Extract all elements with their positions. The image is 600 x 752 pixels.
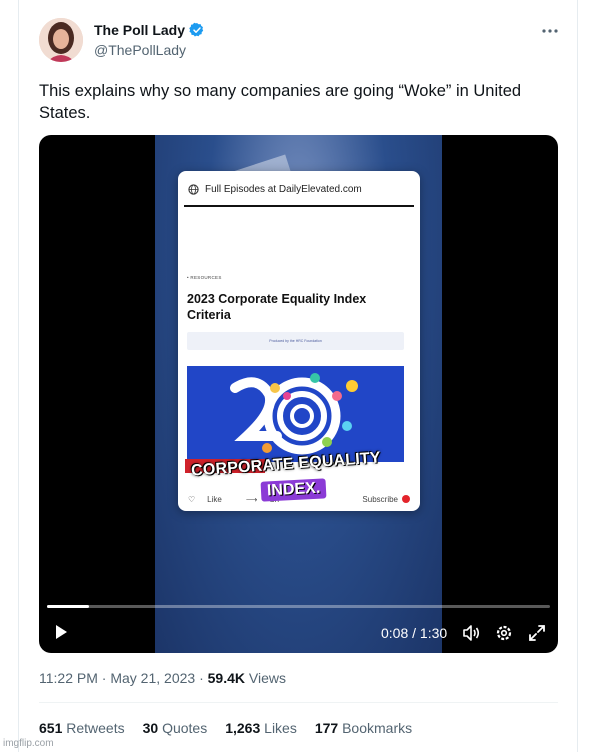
subscribe-dot <box>402 495 410 504</box>
quotes-count: 30 <box>142 720 159 736</box>
card-header-text: Full Episodes at DailyElevated.com <box>205 183 362 195</box>
likes-count: 1,263 <box>225 720 261 736</box>
card-title: 2023 Corporate Equality Index Criteria <box>187 292 367 322</box>
play-icon[interactable] <box>53 624 69 640</box>
settings-icon[interactable] <box>494 623 514 643</box>
author-name-row[interactable]: The Poll Lady <box>94 22 205 38</box>
card-header: Full Episodes at DailyElevated.com <box>178 171 420 207</box>
stat-likes[interactable]: 1,263 Likes <box>225 720 297 736</box>
video-time: 0:08 / 1:30 <box>381 625 448 641</box>
share-icon: ⟶ <box>245 494 258 504</box>
retweets-label: Retweets <box>66 720 125 736</box>
progress-fill <box>47 605 89 608</box>
avatar[interactable] <box>39 18 83 62</box>
fullscreen-icon[interactable] <box>527 623 547 643</box>
stat-retweets[interactable]: 651 Retweets <box>39 720 125 736</box>
card-subscribe-text: Subscribe <box>362 494 398 504</box>
card-subscribe: Subscribe <box>362 495 410 504</box>
card-section: • RESOURCES <box>187 275 222 280</box>
cei-banner <box>187 366 404 462</box>
heart-icon: ♡ <box>188 494 196 504</box>
retweets-count: 651 <box>39 720 63 736</box>
stat-quotes[interactable]: 30 Quotes <box>143 720 208 736</box>
card-like: Like <box>207 494 222 504</box>
volume-icon[interactable] <box>461 623 481 643</box>
likes-label: Likes <box>264 720 297 736</box>
author-handle[interactable]: @ThePollLady <box>94 42 186 58</box>
video-player[interactable]: Full Episodes at DailyElevated.com • RES… <box>39 135 558 653</box>
progress-bar[interactable] <box>47 605 550 608</box>
more-icon[interactable] <box>540 22 560 40</box>
quotes-label: Quotes <box>162 720 208 736</box>
bookmarks-label: Bookmarks <box>342 720 413 736</box>
stat-bookmarks[interactable]: 177 Bookmarks <box>315 720 412 736</box>
video-controls: 0:08 / 1:30 <box>39 617 558 647</box>
globe-icon <box>188 183 199 195</box>
tweet-stats: 651 Retweets 30 Quotes 1,263 Likes 177 B… <box>39 720 412 736</box>
caption-line2: INDEX. <box>260 478 327 502</box>
card-strip: Produced by the HRC Foundation <box>187 332 404 350</box>
tweet-text: This explains why so many companies are … <box>39 82 522 122</box>
tweet-meta: 11:22 PM · May 21, 2023 · 59.4K Views <box>39 670 286 686</box>
views-label: Views <box>248 670 286 686</box>
divider <box>39 702 558 703</box>
verified-icon <box>189 22 204 37</box>
card-rule <box>184 205 414 207</box>
views-count: 59.4K <box>207 670 245 686</box>
tweet-date[interactable]: May 21, 2023 <box>110 670 195 686</box>
bookmarks-count: 177 <box>314 720 339 736</box>
watermark: imgflip.com <box>3 738 54 749</box>
tweet-time[interactable]: 11:22 PM <box>39 670 98 686</box>
author-name[interactable]: The Poll Lady <box>94 22 185 38</box>
